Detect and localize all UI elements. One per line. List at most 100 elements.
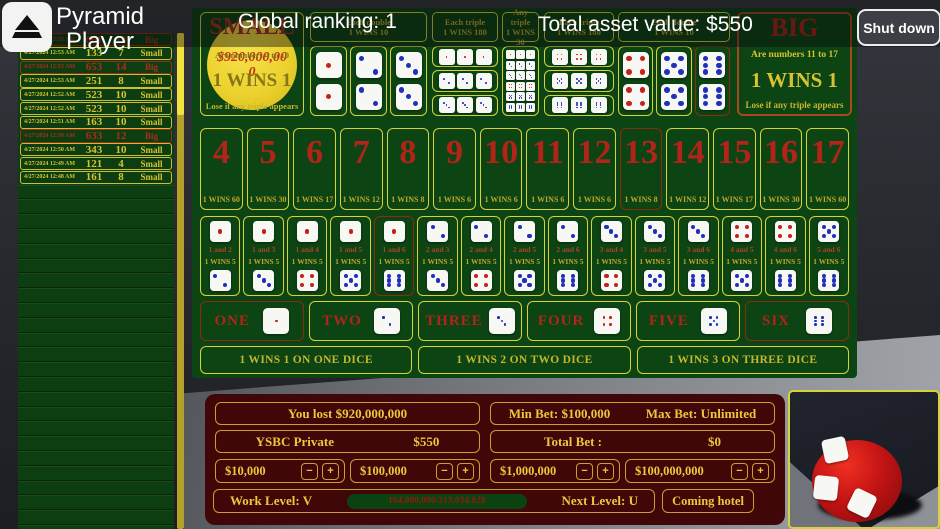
increase-bet-button[interactable]: +	[752, 462, 769, 480]
bet-number-10[interactable]: 10 1 WINS 6	[479, 128, 523, 210]
bet-single-one[interactable]: ONE	[200, 301, 304, 341]
combo-label: 1 and 4	[295, 245, 319, 254]
dice-tray-box	[788, 390, 940, 529]
number-value: 12	[577, 134, 612, 171]
decrease-bet-button[interactable]: −	[576, 462, 593, 480]
decrease-bet-button[interactable]: −	[436, 462, 453, 480]
payout-rule-2: 1 WINS 2 ON TWO DICE	[418, 346, 631, 374]
bet-triple-4[interactable]	[544, 46, 614, 68]
bet-number-12[interactable]: 12 1 WINS 6	[573, 128, 616, 210]
die-5-icon	[551, 72, 568, 89]
bet-double-5[interactable]	[656, 46, 692, 116]
bet-combo-2-6[interactable]: 2 and 6 1 WINS 5	[547, 216, 589, 296]
chip-selector-100000000[interactable]: $100,000,000 − +	[625, 459, 775, 483]
bet-combo-3-5[interactable]: 3 and 5 1 WINS 5	[634, 216, 676, 296]
bet-number-7[interactable]: 7 1 WINS 12	[339, 128, 383, 210]
die-1-icon	[315, 52, 342, 79]
bet-triple-3[interactable]	[432, 94, 498, 116]
history-cell: 10	[115, 102, 127, 115]
bet-number-16[interactable]: 16 1 WINS 30	[759, 128, 803, 210]
bet-number-9[interactable]: 9 1 WINS 6	[433, 128, 476, 210]
bet-double-6[interactable]	[694, 46, 730, 116]
history-cell: 523	[85, 88, 103, 101]
bet-combo-3-6[interactable]: 3 and 6 1 WINS 5	[678, 216, 719, 296]
history-scrollbar[interactable]	[177, 33, 184, 529]
increase-bet-button[interactable]: +	[597, 462, 614, 480]
die-2-icon	[355, 52, 382, 79]
history-cell: 163	[85, 116, 103, 129]
die-4-icon	[571, 48, 587, 65]
bet-number-11[interactable]: 11 1 WINS 6	[526, 128, 570, 210]
combo-label: 1 and 6	[382, 245, 406, 254]
die-3-icon	[253, 270, 275, 291]
bet-combo-5-6[interactable]: 5 and 6 1 WINS 5	[808, 216, 850, 296]
die-1-icon	[340, 221, 362, 242]
bet-big[interactable]: BIG Are numbers 11 to 17 1 WINS 1 Lose i…	[737, 12, 852, 116]
bet-triple-2[interactable]	[432, 70, 498, 92]
increase-bet-button[interactable]: +	[322, 462, 339, 480]
bet-number-15[interactable]: 15 1 WINS 17	[713, 128, 756, 210]
bet-number-14[interactable]: 14 1 WINS 12	[666, 128, 710, 210]
bet-single-six[interactable]: SIX	[745, 301, 849, 341]
history-cell: 4/27/2024 12:53 AM	[24, 77, 75, 84]
bank-name: YSBC Private	[255, 433, 335, 449]
combo-odds: 1 WINS 5	[291, 257, 323, 266]
bet-number-5[interactable]: 5 1 WINS 30	[246, 128, 290, 210]
combo-label: 3 and 5	[643, 245, 667, 254]
payout-rule-3: 1 WINS 3 ON THREE DICE	[636, 346, 849, 374]
history-cell: Big	[144, 131, 158, 142]
bet-combo-1-6[interactable]: 1 and 6 1 WINS 5	[373, 216, 415, 296]
chip-selector-1000000[interactable]: $1,000,000 − +	[490, 459, 620, 483]
bet-number-4[interactable]: 4 1 WINS 60	[200, 128, 243, 210]
history-cell: 4/27/2024 12:50 AM	[24, 146, 75, 153]
bet-number-8[interactable]: 8 1 WINS 8	[386, 128, 430, 210]
number-odds: 1 WINS 17	[715, 195, 753, 204]
bet-single-five[interactable]: FIVE	[636, 301, 740, 341]
increase-bet-button[interactable]: +	[457, 462, 474, 480]
decrease-bet-button[interactable]: −	[301, 462, 318, 480]
bet-combo-3-4[interactable]: 3 and 4 1 WINS 5	[591, 216, 632, 296]
bet-number-17[interactable]: 17 1 WINS 60	[806, 128, 849, 210]
bet-double-1[interactable]	[310, 46, 347, 116]
die-3-icon	[687, 221, 709, 242]
bet-triple-1[interactable]	[432, 46, 498, 68]
bet-triple-6[interactable]	[544, 94, 614, 116]
scrollbar-thumb[interactable]	[177, 33, 184, 115]
chip-selector-100000[interactable]: $100,000 − +	[350, 459, 480, 483]
bet-number-13[interactable]: 13 1 WINS 8	[619, 128, 663, 210]
bet-combo-4-5[interactable]: 4 and 5 1 WINS 5	[721, 216, 763, 296]
small-odds: 1 WINS 1	[212, 70, 292, 91]
bet-single-three[interactable]: THREE	[418, 301, 522, 341]
bet-number-6[interactable]: 6 1 WINS 17	[293, 128, 336, 210]
bet-any-triple[interactable]	[502, 46, 539, 116]
number-odds: 1 WINS 12	[669, 195, 707, 204]
die-4-icon	[590, 48, 607, 65]
bet-double-3[interactable]	[390, 46, 427, 116]
bet-combo-1-5[interactable]: 1 and 5 1 WINS 5	[330, 216, 371, 296]
bet-double-2[interactable]	[350, 46, 387, 116]
history-cell: Small	[140, 144, 163, 155]
history-cell: 14	[115, 61, 127, 74]
bet-combo-1-4[interactable]: 1 and 4 1 WINS 5	[286, 216, 328, 296]
chip-selector-10000[interactable]: $10,000 − +	[215, 459, 345, 483]
bet-single-four[interactable]: FOUR	[527, 301, 631, 341]
shutdown-button[interactable]: Shut down	[857, 9, 940, 46]
die-1-icon	[475, 48, 492, 65]
bet-combo-2-3[interactable]: 2 and 3 1 WINS 5	[417, 216, 458, 296]
history-cell: 4	[118, 157, 124, 170]
coming-hotel-button[interactable]: Coming hotel	[662, 489, 754, 513]
bet-combo-1-3[interactable]: 1 and 3 1 WINS 5	[243, 216, 284, 296]
combo-odds: 1 WINS 5	[726, 257, 758, 266]
bet-combo-2-4[interactable]: 2 and 4 1 WINS 5	[460, 216, 502, 296]
bet-combo-1-2[interactable]: 1 and 2 1 WINS 5	[200, 216, 241, 296]
combo-odds: 1 WINS 5	[552, 257, 584, 266]
decrease-bet-button[interactable]: −	[731, 462, 748, 480]
bet-combo-2-5[interactable]: 2 and 5 1 WINS 5	[504, 216, 545, 296]
bet-double-4[interactable]	[618, 46, 654, 116]
bet-combo-4-6[interactable]: 4 and 6 1 WINS 5	[765, 216, 806, 296]
bet-single-two[interactable]: TWO	[309, 301, 413, 341]
history-empty-row	[18, 185, 174, 200]
bet-triple-5[interactable]	[544, 70, 614, 92]
die-2-icon	[514, 221, 536, 242]
number-odds: 1 WINS 17	[296, 195, 334, 204]
